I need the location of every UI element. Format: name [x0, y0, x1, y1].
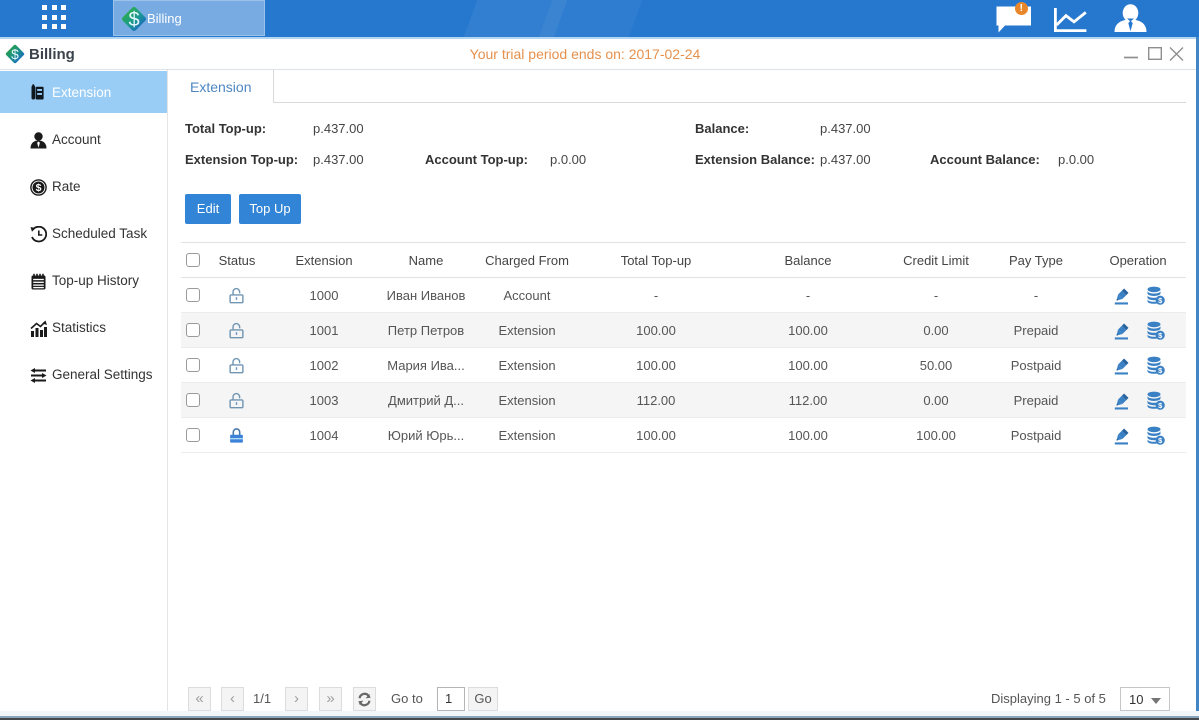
svg-text:$: $	[36, 182, 42, 194]
svg-text:$: $	[128, 9, 139, 31]
